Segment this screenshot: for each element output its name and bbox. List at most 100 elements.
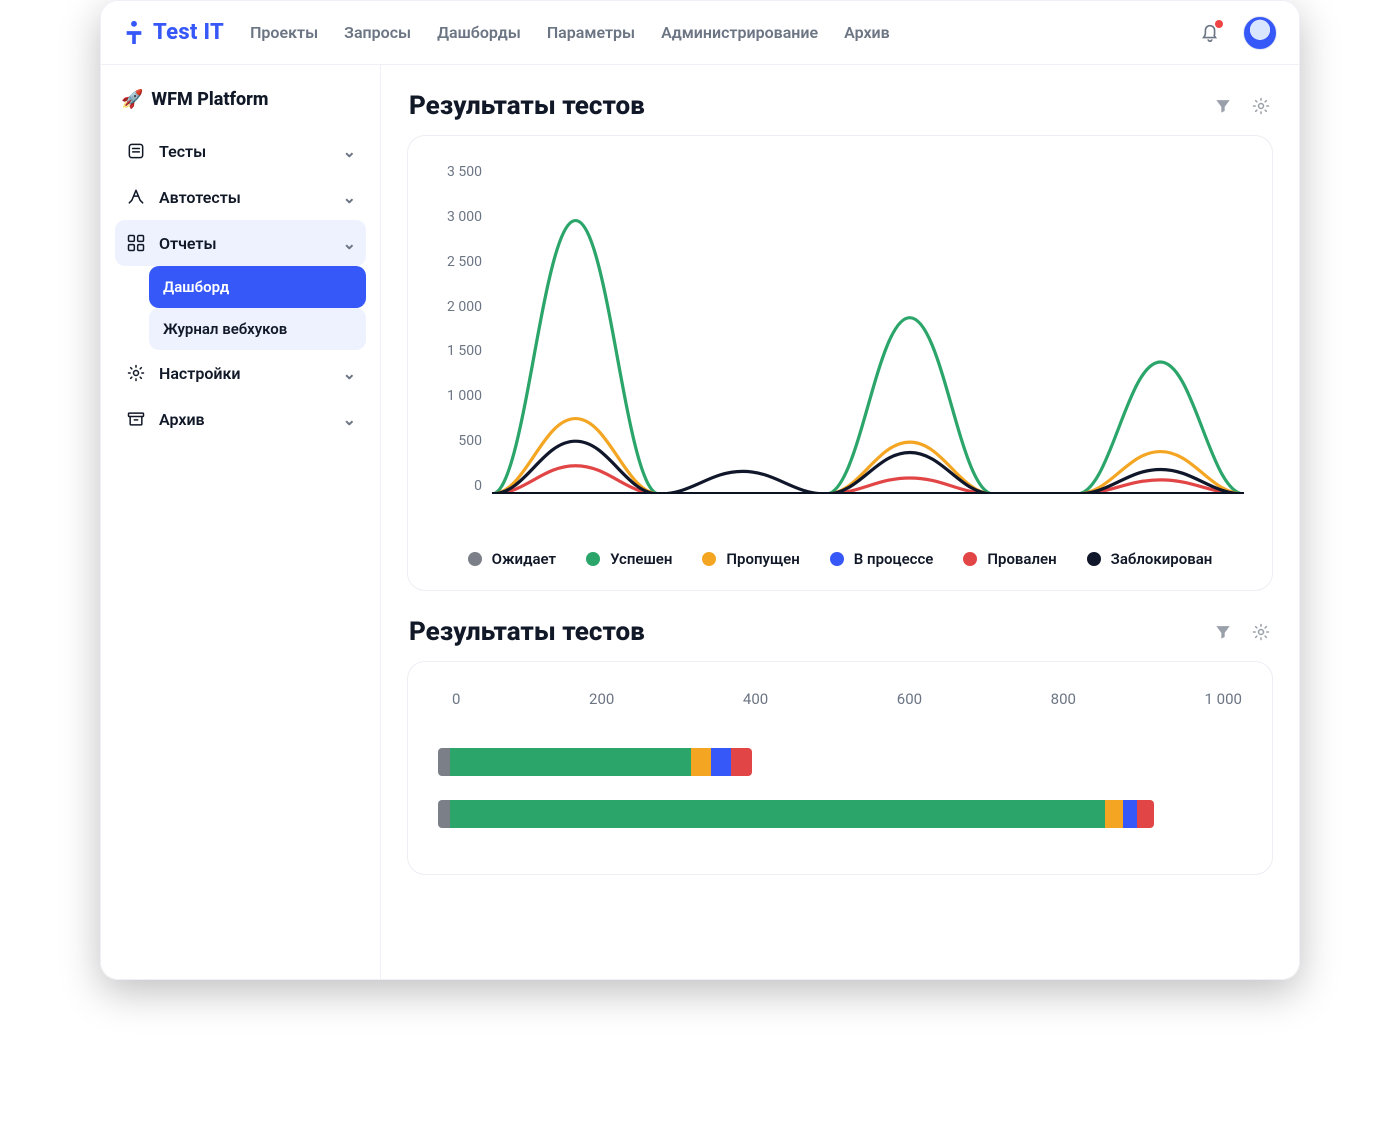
legend-swatch xyxy=(830,552,844,566)
section1-head: Результаты тестов xyxy=(409,91,1271,121)
filter-button[interactable] xyxy=(1213,96,1233,116)
sidebar-item-label: Настройки xyxy=(159,364,241,383)
legend-item[interactable]: В процессе xyxy=(830,550,934,568)
nav-parameters[interactable]: Параметры xyxy=(547,23,635,42)
bar-segment xyxy=(1123,800,1137,828)
section2-title: Результаты тестов xyxy=(409,617,645,647)
logo-icon xyxy=(123,20,145,46)
legend-label: Пропущен xyxy=(726,550,799,568)
sidebar-item-label: Отчеты xyxy=(159,234,217,253)
x-tick: 0 xyxy=(452,690,460,708)
reports-icon xyxy=(125,232,147,254)
top-right xyxy=(1199,16,1277,50)
bar-segment xyxy=(731,748,751,776)
legend-label: Ожидает xyxy=(492,550,556,568)
y-tick: 1 000 xyxy=(426,388,482,404)
legend-swatch xyxy=(1087,552,1101,566)
x-tick: 400 xyxy=(743,690,768,708)
chart1-y-ticks: 3 500 3 000 2 500 2 000 1 500 1 000 500 … xyxy=(426,164,482,494)
archive-icon xyxy=(125,408,147,430)
section2-head: Результаты тестов xyxy=(409,617,1271,647)
filter-icon xyxy=(1213,96,1233,116)
sidebar-item-label: Автотесты xyxy=(159,188,241,207)
legend-swatch xyxy=(963,552,977,566)
bar-segment xyxy=(1105,800,1123,828)
chart1-card: 3 500 3 000 2 500 2 000 1 500 1 000 500 … xyxy=(407,135,1273,591)
nav-archive[interactable]: Архив xyxy=(844,23,890,42)
x-axis xyxy=(492,492,1244,494)
avatar[interactable] xyxy=(1243,16,1277,50)
notification-dot xyxy=(1215,20,1223,28)
x-tick: 600 xyxy=(897,690,922,708)
sidebar-item-archive[interactable]: Архив ⌄ xyxy=(115,396,366,442)
bar-segment xyxy=(438,748,450,776)
bar-segment xyxy=(450,800,1105,828)
x-tick: 200 xyxy=(589,690,614,708)
logo[interactable]: Test IT xyxy=(123,20,224,46)
legend-item[interactable]: Ожидает xyxy=(468,550,556,568)
y-tick: 1 500 xyxy=(426,343,482,359)
legend-label: Успешен xyxy=(610,550,672,568)
chart2-card: 0 200 400 600 800 1 000 xyxy=(407,661,1273,875)
bar-segment xyxy=(450,748,691,776)
legend-item[interactable]: Пропущен xyxy=(702,550,799,568)
chart1-svg xyxy=(492,164,1244,494)
y-tick: 0 xyxy=(426,478,482,494)
top-nav: Проекты Запросы Дашборды Параметры Админ… xyxy=(250,23,890,42)
logo-text: Test IT xyxy=(153,20,224,45)
chart1-plot: 3 500 3 000 2 500 2 000 1 500 1 000 500 … xyxy=(426,154,1254,534)
filter-button[interactable] xyxy=(1213,622,1233,642)
chart2-x-ticks: 0 200 400 600 800 1 000 xyxy=(426,680,1254,724)
legend-item[interactable]: Успешен xyxy=(586,550,672,568)
y-tick: 2 000 xyxy=(426,299,482,315)
app-shell: Test IT Проекты Запросы Дашборды Парамет… xyxy=(100,0,1300,980)
gear-icon xyxy=(125,362,147,384)
chart1-legend: Ожидает Успешен Пропущен В процессе Провален… xyxy=(426,550,1254,568)
sidebar-sub-reports: Дашборд Журнал вебхуков xyxy=(115,266,366,350)
legend-swatch xyxy=(586,552,600,566)
settings-button[interactable] xyxy=(1251,96,1271,116)
legend-item[interactable]: Провален xyxy=(963,550,1056,568)
notifications-button[interactable] xyxy=(1199,22,1221,44)
nav-dashboards[interactable]: Дашборды xyxy=(437,23,521,42)
autotests-icon xyxy=(125,186,147,208)
project-header[interactable]: 🚀 WFM Platform xyxy=(115,83,366,128)
nav-requests[interactable]: Запросы xyxy=(344,23,411,42)
y-tick: 500 xyxy=(426,433,482,449)
gear-icon xyxy=(1251,96,1271,116)
bar-row xyxy=(438,748,1242,776)
sidebar-item-label: Архив xyxy=(159,410,205,429)
bar-segment xyxy=(1137,800,1153,828)
legend-swatch xyxy=(702,552,716,566)
sidebar-item-tests[interactable]: Тесты ⌄ xyxy=(115,128,366,174)
sidebar-item-label: Тесты xyxy=(159,142,206,161)
chevron-down-icon: ⌄ xyxy=(343,188,356,207)
bar-row xyxy=(438,800,1242,828)
topbar: Test IT Проекты Запросы Дашборды Парамет… xyxy=(101,1,1299,65)
project-name: WFM Platform xyxy=(151,89,268,110)
gear-icon xyxy=(1251,622,1271,642)
chevron-down-icon: ⌄ xyxy=(343,364,356,383)
sidebar-item-autotests[interactable]: Автотесты ⌄ xyxy=(115,174,366,220)
sidebar-sub-dashboard[interactable]: Дашборд xyxy=(149,266,366,308)
legend-item[interactable]: Заблокирован xyxy=(1087,550,1213,568)
y-tick: 3 000 xyxy=(426,209,482,225)
filter-icon xyxy=(1213,622,1233,642)
x-tick: 1 000 xyxy=(1205,690,1242,708)
main-content: Результаты тестов 3 500 3 000 2 500 2 00… xyxy=(381,65,1299,979)
tests-icon xyxy=(125,140,147,162)
legend-label: В процессе xyxy=(854,550,934,568)
legend-label: Провален xyxy=(987,550,1056,568)
nav-projects[interactable]: Проекты xyxy=(250,23,318,42)
legend-label: Заблокирован xyxy=(1111,550,1213,568)
sidebar-item-settings[interactable]: Настройки ⌄ xyxy=(115,350,366,396)
nav-admin[interactable]: Администрирование xyxy=(661,23,818,42)
bar-segment xyxy=(691,748,711,776)
sidebar-sub-webhooks[interactable]: Журнал вебхуков xyxy=(149,308,366,350)
chevron-down-icon: ⌄ xyxy=(343,234,356,253)
settings-button[interactable] xyxy=(1251,622,1271,642)
sidebar-item-reports[interactable]: Отчеты ⌄ xyxy=(115,220,366,266)
chevron-down-icon: ⌄ xyxy=(343,410,356,429)
y-tick: 2 500 xyxy=(426,254,482,270)
bar-segment xyxy=(438,800,450,828)
